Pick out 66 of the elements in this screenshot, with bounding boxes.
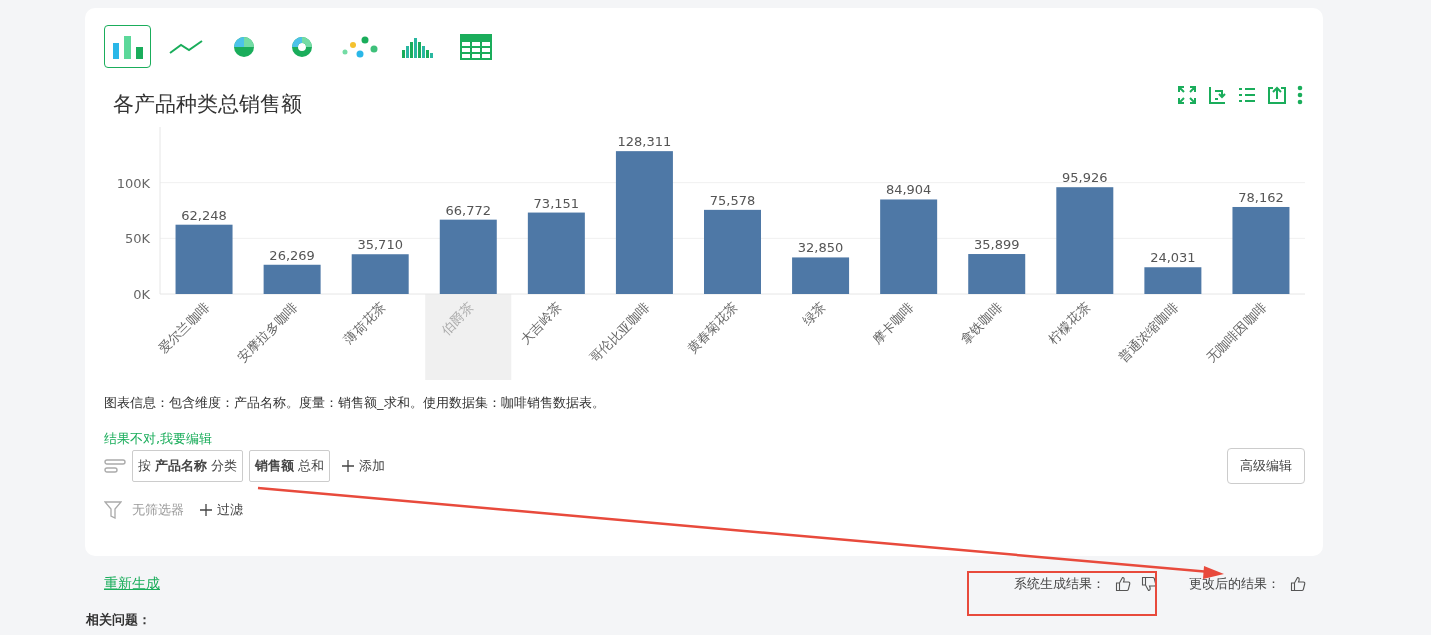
x-axis-label: 大吉岭茶	[517, 299, 565, 347]
thumbs-down-icon[interactable]	[1141, 576, 1157, 592]
field-pill[interactable]: 销售额 总和	[249, 450, 331, 482]
x-axis-label: 安摩拉多咖啡	[234, 299, 301, 366]
thumbs-up-icon[interactable]	[1290, 576, 1306, 592]
fullscreen-icon[interactable]	[1177, 85, 1197, 105]
value-label: 75,578	[709, 192, 756, 208]
dimension-icon	[104, 458, 126, 474]
value-label: 128,311	[617, 134, 672, 150]
bar	[968, 254, 1026, 294]
advanced-edit-button[interactable]: 高级编辑	[1227, 448, 1305, 484]
add-filter-button[interactable]: 过滤	[194, 501, 249, 519]
value-label: 73,151	[533, 195, 580, 211]
swap-icon[interactable]	[1207, 85, 1227, 105]
bar-chart-icon	[110, 34, 145, 59]
x-axis-label: 伯爵茶	[438, 299, 477, 338]
no-filter-text: 无筛选器	[132, 501, 184, 519]
add-button[interactable]: 添加	[336, 457, 392, 475]
y-axis-label: 0K	[133, 287, 150, 302]
value-label: 66,772	[445, 202, 491, 218]
x-axis-label: 拿铁咖啡	[957, 299, 1005, 347]
value-label: 35,710	[357, 237, 403, 253]
field-pill[interactable]: 按 产品名称 分类	[132, 450, 244, 482]
x-axis-label: 柠檬花茶	[1045, 299, 1093, 347]
bar	[175, 224, 233, 294]
line-chart-icon	[168, 39, 203, 54]
list-icon[interactable]	[1237, 85, 1257, 105]
value-label: 62,248	[181, 207, 227, 223]
system-result-label: 系统生成结果：	[1014, 575, 1105, 593]
value-label: 24,031	[1150, 250, 1196, 266]
histogram-icon	[401, 35, 434, 58]
bar	[351, 254, 409, 294]
filter-icon	[104, 501, 122, 519]
thumbs-up-icon[interactable]	[1115, 576, 1131, 592]
y-axis-label: 50K	[124, 231, 150, 247]
scatter-chart-icon	[341, 35, 378, 58]
more-icon[interactable]	[1297, 85, 1303, 105]
value-label: 78,162	[1238, 190, 1284, 205]
y-axis-label: 100K	[116, 175, 150, 191]
x-axis-label: 哥伦比亚咖啡	[586, 299, 653, 366]
value-label: 95,926	[1062, 170, 1108, 186]
value-label: 84,904	[885, 182, 932, 198]
x-axis-label: 绿茶	[799, 299, 829, 329]
plus-icon	[200, 504, 212, 516]
value-label: 35,899	[974, 237, 1020, 253]
chart-type-button[interactable]	[104, 25, 151, 68]
bar	[792, 257, 850, 294]
export-icon[interactable]	[1267, 85, 1287, 105]
plus-icon	[342, 460, 355, 472]
table-icon	[459, 33, 492, 60]
x-axis-label: 摩卡咖啡	[869, 299, 917, 347]
related-questions-heading: 相关问题：	[86, 611, 152, 629]
pie-chart-icon	[232, 35, 255, 58]
x-axis-label: 普通浓缩咖啡	[1115, 299, 1181, 366]
value-label: 26,269	[269, 247, 315, 263]
x-axis-label: 无咖啡因咖啡	[1203, 299, 1270, 366]
changed-result-label: 更改后的结果：	[1189, 575, 1280, 593]
chart-info-text: 图表信息：包含维度：产品名称。度量：销售额_求和。使用数据集：咖啡销售数据表。	[104, 394, 606, 412]
value-label: 32,850	[797, 240, 844, 256]
x-axis-label: 薄荷花茶	[340, 299, 389, 347]
bar	[263, 264, 321, 294]
x-axis-label: 黄春菊花茶	[684, 299, 741, 357]
x-axis-label: 爱尔兰咖啡	[155, 299, 213, 357]
bar	[1144, 267, 1202, 294]
chart-title: 各产品种类总销售额	[113, 91, 302, 118]
donut-chart-icon	[290, 35, 313, 58]
